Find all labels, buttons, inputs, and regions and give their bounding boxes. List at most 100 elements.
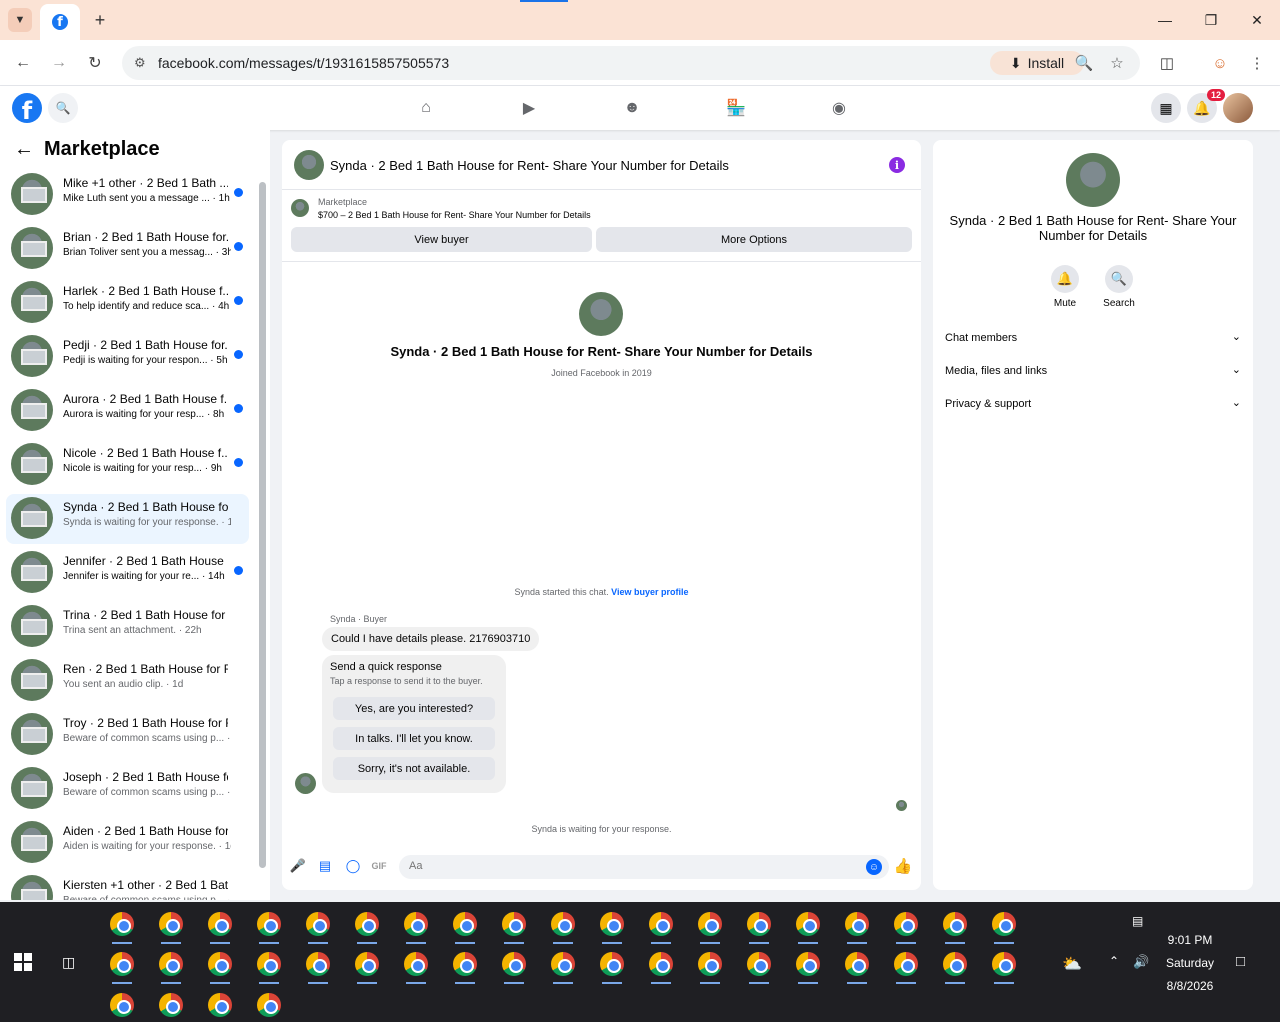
menu-kebab-icon[interactable]: ⋮ (1243, 49, 1271, 77)
message-composer[interactable]: ☺ (399, 855, 889, 879)
facebook-logo-icon[interactable]: f (12, 93, 42, 123)
search-icon[interactable]: 🔍 (1105, 265, 1133, 293)
install-app-button[interactable]: ⬇ Install (990, 51, 1084, 75)
site-settings-icon[interactable]: ⚙ (134, 55, 146, 71)
chrome-taskbar-icon[interactable] (257, 912, 281, 936)
more-options-button[interactable]: More Options (596, 227, 912, 252)
forward-arrow-icon[interactable]: → (45, 49, 73, 77)
chrome-taskbar-icon[interactable] (649, 952, 673, 976)
conversation-item[interactable]: Aurora · 2 Bed 1 Bath House f... Aurora i… (6, 386, 249, 436)
conversation-item[interactable]: Synda · 2 Bed 1 Bath House for ... Synda … (6, 494, 249, 544)
close-icon[interactable]: ✕ (1234, 6, 1280, 34)
privacy-support-section[interactable]: Privacy & support ⌄ (945, 397, 1241, 418)
new-tab-button[interactable]: + (88, 8, 112, 32)
view-buyer-button[interactable]: View buyer (291, 227, 592, 252)
chrome-taskbar-icon[interactable] (845, 952, 869, 976)
chat-members-section[interactable]: Chat members ⌄ (945, 331, 1241, 352)
chrome-taskbar-icon[interactable] (306, 952, 330, 976)
back-arrow-icon[interactable]: ← (14, 138, 34, 161)
chrome-taskbar-icon[interactable] (306, 912, 330, 936)
chrome-taskbar-icon[interactable] (257, 952, 281, 976)
weather-icon[interactable]: ⛅ (1062, 954, 1082, 974)
active-tab[interactable]: f (40, 4, 80, 40)
chrome-taskbar-icon[interactable] (796, 952, 820, 976)
chrome-taskbar-icon[interactable] (453, 952, 477, 976)
menu-grid-icon[interactable]: ▦ (1151, 93, 1181, 123)
thumbs-up-icon[interactable]: 👍 (894, 857, 913, 875)
conversation-item[interactable]: Aiden · 2 Bed 1 Bath House for ... Aiden … (6, 818, 249, 868)
chrome-taskbar-icon[interactable] (649, 912, 673, 936)
listing-title[interactable]: $700 – 2 Bed 1 Bath House for Rent- Shar… (318, 210, 591, 220)
quick-reply-button[interactable]: Yes, are you interested? (333, 697, 495, 720)
chrome-taskbar-icon[interactable] (600, 952, 624, 976)
chat-avatar[interactable] (294, 150, 324, 180)
chrome-taskbar-icon[interactable] (551, 952, 575, 976)
chrome-taskbar-icon[interactable] (208, 912, 232, 936)
chrome-taskbar-icon[interactable] (355, 952, 379, 976)
message-input[interactable] (409, 860, 849, 872)
chat-title[interactable]: Synda · 2 Bed 1 Bath House for Rent- Sha… (330, 158, 729, 173)
conversation-item[interactable]: Kiersten +1 other · 2 Bed 1 Bath... Bewar… (6, 872, 249, 900)
sticker-icon[interactable]: ◯ (344, 857, 362, 875)
chrome-taskbar-icon[interactable] (110, 952, 134, 976)
chrome-taskbar-icon[interactable] (894, 912, 918, 936)
conversation-item[interactable]: Nicole · 2 Bed 1 Bath House f... Nicole i… (6, 440, 249, 490)
chrome-taskbar-icon[interactable] (404, 952, 428, 976)
clock-day[interactable]: Saturday (1160, 956, 1220, 970)
zoom-icon[interactable]: 🔍 (1073, 52, 1095, 74)
chrome-taskbar-icon[interactable] (355, 912, 379, 936)
mute-action[interactable]: 🔔 Mute (1040, 265, 1090, 309)
chrome-taskbar-icon[interactable] (404, 912, 428, 936)
quick-reply-button[interactable]: In talks. I'll let you know. (333, 727, 495, 750)
conversation-item[interactable]: Ren · 2 Bed 1 Bath House for Re... You se… (6, 656, 249, 706)
address-bar[interactable]: ⚙ facebook.com/messages/t/19316158575055… (122, 46, 1140, 80)
restore-icon[interactable]: ❐ (1188, 6, 1234, 34)
chrome-taskbar-icon[interactable] (502, 912, 526, 936)
windows-start-icon[interactable] (14, 953, 32, 971)
task-view-icon[interactable]: ◫ (62, 954, 75, 971)
account-avatar[interactable] (1223, 93, 1253, 123)
chevron-up-icon[interactable]: ⌃ (1109, 954, 1119, 968)
minimize-icon[interactable]: — (1142, 6, 1188, 34)
tab-search-chevron-icon[interactable]: ▼ (8, 8, 32, 32)
conversation-item[interactable]: Mike +1 other · 2 Bed 1 Bath ... Mike Lut… (6, 170, 249, 220)
groups-icon[interactable]: ◉ (826, 95, 852, 121)
scrollbar-thumb[interactable] (259, 182, 266, 868)
chrome-taskbar-icon[interactable] (257, 993, 281, 1017)
chrome-taskbar-icon[interactable] (208, 993, 232, 1017)
chrome-taskbar-icon[interactable] (992, 912, 1016, 936)
gif-icon[interactable]: GIF (370, 857, 388, 875)
search-icon[interactable]: 🔍 (48, 93, 78, 123)
network-icon[interactable]: ▤ (1132, 914, 1143, 928)
chrome-taskbar-icon[interactable] (453, 912, 477, 936)
conversation-item[interactable]: Troy · 2 Bed 1 Bath House for R... Beware… (6, 710, 249, 760)
message-bubble[interactable]: Could I have details please. 2176903710 (322, 627, 540, 651)
microphone-icon[interactable]: 🎤 (289, 857, 307, 875)
volume-icon[interactable]: 🔊 (1133, 954, 1149, 970)
conversation-item[interactable]: Pedji · 2 Bed 1 Bath House for... Pedji i… (6, 332, 249, 382)
emoji-icon[interactable]: ☺ (866, 859, 882, 875)
chrome-taskbar-icon[interactable] (159, 912, 183, 936)
friends-icon[interactable]: ☻ (619, 95, 645, 121)
clock-date[interactable]: 8/8/2026 (1160, 979, 1220, 993)
video-icon[interactable]: ▶ (516, 95, 542, 121)
chrome-taskbar-icon[interactable] (943, 912, 967, 936)
clock-time[interactable]: 9:01 PM (1160, 933, 1220, 947)
marketplace-icon[interactable]: 🏪 (723, 95, 749, 121)
chrome-taskbar-icon[interactable] (698, 952, 722, 976)
chrome-taskbar-icon[interactable] (600, 912, 624, 936)
media-files-links-section[interactable]: Media, files and links ⌄ (945, 364, 1241, 385)
bell-icon[interactable]: 🔔 (1051, 265, 1079, 293)
chrome-taskbar-icon[interactable] (159, 952, 183, 976)
chrome-taskbar-icon[interactable] (943, 952, 967, 976)
profile-icon[interactable]: ☺ (1206, 49, 1234, 77)
back-arrow-icon[interactable]: ← (9, 49, 37, 77)
info-icon[interactable]: i (889, 157, 905, 173)
chrome-taskbar-icon[interactable] (159, 993, 183, 1017)
chrome-taskbar-icon[interactable] (110, 912, 134, 936)
chrome-taskbar-icon[interactable] (992, 952, 1016, 976)
chrome-taskbar-icon[interactable] (796, 912, 820, 936)
conversation-item[interactable]: Trina · 2 Bed 1 Bath House for R... Trina… (6, 602, 249, 652)
extensions-icon[interactable]: ◫ (1153, 49, 1181, 77)
chrome-taskbar-icon[interactable] (747, 952, 771, 976)
